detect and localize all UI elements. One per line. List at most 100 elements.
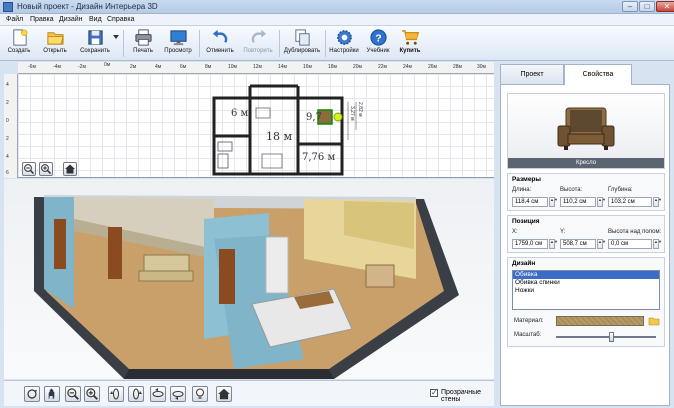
plan-zoom-out-button[interactable]	[22, 162, 36, 176]
buy-button[interactable]: Купить	[396, 27, 424, 60]
list-item[interactable]: Обивка спинки	[513, 279, 659, 287]
position-x-spinner[interactable]: ▲▼	[549, 239, 558, 249]
sizes-title: Размеры	[512, 176, 541, 183]
view-orbit-right-button[interactable]	[128, 386, 144, 402]
position-x-field[interactable]: 1759,0 см	[512, 239, 548, 249]
view-pan-button[interactable]	[44, 386, 60, 402]
folder-icon	[46, 32, 64, 45]
help-icon: ?	[369, 29, 387, 46]
view-home-button[interactable]	[216, 386, 232, 402]
tab-properties[interactable]: Свойства	[564, 64, 632, 85]
list-item[interactable]: Обивка	[513, 271, 659, 279]
transparent-walls-checkbox[interactable]: ✓	[430, 388, 438, 397]
orbit-left-icon	[110, 388, 119, 400]
design-title: Дизайн	[512, 260, 536, 267]
maximize-button[interactable]: □	[639, 1, 655, 12]
duplicate-button[interactable]: Дублировать	[282, 27, 322, 60]
floor-plan-drawing	[212, 84, 357, 176]
tilt-up-icon	[152, 388, 164, 397]
create-button[interactable]: Создать	[5, 27, 33, 60]
undo-button[interactable]: Отменить	[204, 27, 236, 60]
zoom-in-icon	[86, 388, 98, 400]
gear-icon	[336, 30, 352, 45]
toolbar-separator	[279, 30, 280, 57]
tab-project[interactable]: Проект	[500, 64, 564, 84]
depth-spinner[interactable]: ▲▼	[653, 197, 662, 207]
shopping-cart-icon	[401, 30, 419, 45]
monitor-icon	[169, 30, 187, 46]
material-label: Материал:	[514, 318, 544, 324]
3d-view[interactable]	[4, 179, 494, 379]
menu-view[interactable]: Вид	[89, 16, 102, 23]
folder-icon[interactable]	[648, 316, 660, 326]
view-rotate-button[interactable]	[24, 386, 40, 402]
open-button[interactable]: Открыть	[40, 27, 70, 60]
ruler-horizontal: -6м -4м -2м 0м 2м 4м 6м 8м 10м 12м 14м 1…	[18, 62, 494, 74]
height-spinner[interactable]: ▲▼	[597, 197, 606, 207]
save-button[interactable]: Сохранить	[78, 27, 112, 60]
tutorial-button[interactable]: ? Учебник	[364, 27, 392, 60]
home-icon	[218, 388, 230, 400]
position-title: Позиция	[512, 218, 540, 225]
height-field[interactable]: 110,2 см	[560, 197, 596, 207]
menu-design[interactable]: Дизайн	[59, 16, 83, 23]
plan-zoom-in-button[interactable]	[39, 162, 53, 176]
properties-panel: Проект Свойства Кресло Размеры Длина: 11…	[500, 64, 670, 406]
toolbar: Создать Открыть Сохранить Печать Просмот…	[0, 26, 674, 61]
floor-plan-2d[interactable]: 6 м 18 м 9,7 7,76 м 3,27 м 2,82 м	[18, 74, 494, 178]
depth-field[interactable]: 103,2 см	[608, 197, 652, 207]
dimension-label: 2,82 м	[357, 102, 363, 117]
menu-help[interactable]: Справка	[107, 16, 134, 23]
tilt-down-icon	[172, 391, 184, 400]
svg-text:?: ?	[375, 33, 381, 44]
undo-icon	[212, 29, 227, 43]
menu-edit[interactable]: Правка	[30, 16, 54, 23]
rotate-icon	[27, 389, 37, 399]
view-orbit-left-button[interactable]	[108, 386, 124, 402]
settings-button[interactable]: Настройки	[328, 27, 360, 60]
home-icon	[65, 164, 75, 174]
list-item[interactable]: Ножки	[513, 287, 659, 295]
window-title: Новый проект - Дизайн Интерьера 3D	[17, 2, 158, 11]
redo-icon	[251, 29, 266, 43]
room-label: 18 м	[266, 130, 293, 143]
length-spinner[interactable]: ▲▼	[549, 197, 558, 207]
design-parts-list[interactable]: Обивка Обивка спинки Ножки	[512, 270, 660, 310]
close-button[interactable]: ✕	[656, 1, 674, 12]
minimize-button[interactable]: –	[622, 1, 638, 12]
redo-button[interactable]: Повторить	[240, 27, 276, 60]
zoom-out-icon	[24, 164, 35, 175]
save-dropdown-button[interactable]	[112, 27, 120, 60]
material-swatch[interactable]	[556, 316, 644, 326]
transparent-walls-label: Прозрачные стены	[441, 389, 482, 403]
view-light-button[interactable]	[192, 386, 208, 402]
length-field[interactable]: 118,4 см	[512, 197, 548, 207]
position-y-spinner[interactable]: ▲▼	[597, 239, 606, 249]
scale-slider-thumb[interactable]	[609, 332, 614, 342]
floppy-disk-icon	[87, 30, 103, 45]
position-y-field[interactable]: 508,7 см	[560, 239, 596, 249]
view-toolbar: ✓ Прозрачные стены	[4, 380, 494, 406]
room-label: 7,76 м	[302, 152, 336, 163]
position-group: Позиция X: 1759,0 см ▲▼ Y: 508,7 см ▲▼ В…	[507, 215, 665, 253]
zoom-out-icon	[67, 388, 79, 400]
menu-file[interactable]: Файл	[6, 16, 23, 23]
view-tilt-up-button[interactable]	[150, 386, 166, 402]
plan-home-button[interactable]	[63, 162, 77, 176]
floor-height-spinner[interactable]: ▲▼	[653, 239, 662, 249]
view-tilt-down-button[interactable]	[170, 386, 186, 402]
menu-bar: Файл Правка Дизайн Вид Справка	[0, 14, 674, 26]
scale-label: Масштаб:	[514, 332, 542, 338]
toolbar-separator	[123, 30, 124, 57]
orbit-right-icon	[133, 388, 142, 400]
hand-icon	[48, 388, 55, 400]
scale-slider-track[interactable]	[556, 336, 656, 338]
view-zoom-out-button[interactable]	[65, 386, 81, 402]
preview-button[interactable]: Просмотр	[162, 27, 194, 60]
armchair-preview-image	[557, 107, 615, 150]
floor-height-field[interactable]: 0,0 см	[608, 239, 652, 249]
print-button[interactable]: Печать	[129, 27, 157, 60]
view-zoom-in-button[interactable]	[84, 386, 100, 402]
title-bar: Новый проект - Дизайн Интерьера 3D – □ ✕	[0, 0, 674, 14]
ruler-vertical: 4 2 0 2 4 6	[4, 74, 18, 178]
